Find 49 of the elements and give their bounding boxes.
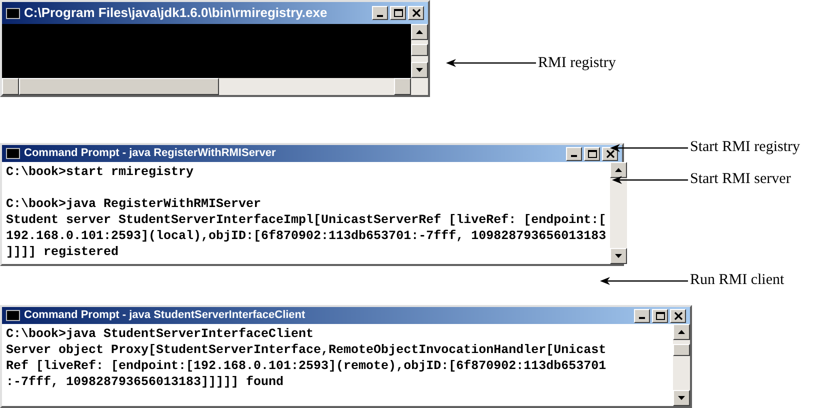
close-icon: [606, 150, 614, 158]
close-button[interactable]: [408, 6, 424, 20]
horizontal-scrollbar[interactable]: [2, 78, 428, 95]
console-line: C:\book>start rmiregistry: [6, 164, 194, 180]
console-line: Server object Proxy[StudentServerInterface,RemoteObjectInvocationHandler[Unicast: [6, 342, 606, 358]
close-button[interactable]: [602, 146, 618, 160]
console-line: ]]]] registered: [6, 244, 119, 260]
annotation-label: Run RMI client: [690, 271, 784, 289]
minimize-icon: [639, 317, 645, 319]
scroll-down-icon: [678, 396, 685, 400]
close-icon: [674, 312, 682, 320]
maximize-icon: [588, 150, 596, 158]
window-title: C:\Program Files\java\jdk1.6.0\bin\rmiregistry.exe: [24, 4, 328, 22]
annotation-label: Start RMI server: [690, 170, 791, 188]
minimize-button[interactable]: [634, 308, 650, 322]
scroll-thumb[interactable]: [673, 344, 690, 356]
minimize-button[interactable]: [566, 146, 582, 160]
minimize-button[interactable]: [372, 6, 388, 20]
scroll-up-icon: [678, 330, 685, 334]
minimize-icon: [377, 14, 383, 16]
console-icon: [6, 310, 20, 321]
console-line: 192.168.0.101:2593](local),objID:[6f870902:113db653701:-7fff, 109828793656013183: [6, 228, 606, 244]
close-button[interactable]: [670, 308, 686, 322]
scroll-thumb[interactable]: [411, 44, 428, 56]
vertical-scrollbar[interactable]: [673, 324, 690, 406]
window-title: Command Prompt - java StudentServerInterfaceClient: [24, 308, 306, 324]
maximize-button[interactable]: [584, 146, 600, 160]
scroll-down-icon: [615, 254, 622, 258]
scroll-up-icon: [615, 168, 622, 172]
annotation-label: Start RMI registry: [690, 138, 800, 156]
close-icon: [412, 9, 420, 17]
scroll-up-icon: [416, 30, 423, 34]
console-line: Student server StudentServerInterfaceImpl[UnicastServerRef [liveRef: [endpoint:[: [6, 212, 606, 228]
console-icon: [6, 148, 20, 159]
minimize-icon: [571, 155, 577, 157]
console-icon: [6, 8, 20, 18]
maximize-button[interactable]: [390, 6, 406, 20]
console-line: :-7fff, 109828793656013183]]]]] found: [6, 374, 284, 390]
console-line: C:\book>java RegisterWithRMIServer: [6, 196, 262, 212]
vertical-scrollbar[interactable]: [411, 24, 428, 78]
maximize-button[interactable]: [652, 308, 668, 322]
console-line: C:\book>java StudentServerInterfaceClient: [6, 326, 314, 342]
vertical-scrollbar[interactable]: [610, 162, 628, 264]
maximize-icon: [394, 9, 402, 17]
window-title: Command Prompt - java RegisterWithRMIServer: [24, 146, 277, 162]
console-line: Ref [liveRef: [endpoint:[192.168.0.101:2593](remote),objID:[6f870902:113db653701: [6, 358, 606, 374]
scroll-down-icon: [416, 68, 423, 72]
maximize-icon: [656, 312, 664, 320]
annotation-label: RMI registry: [538, 54, 616, 72]
